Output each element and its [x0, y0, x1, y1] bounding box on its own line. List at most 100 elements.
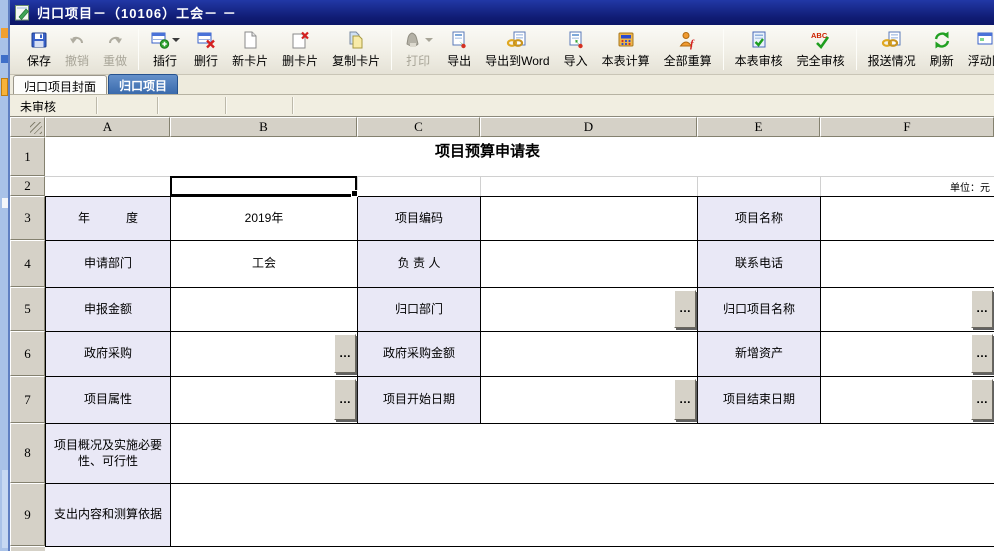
gov-procurement-picker-button[interactable]: … [334, 334, 356, 373]
sheet-tabbar: 归口项目封面 归口项目 [10, 75, 994, 95]
project-end-date-picker-button[interactable]: … [971, 379, 993, 420]
project-name-value-cell[interactable] [821, 197, 994, 241]
column-headers: A B C D E F [10, 117, 994, 137]
selection-fill-handle[interactable] [351, 190, 358, 197]
recalc-all-icon: f [678, 29, 698, 51]
expenditure-basis-value-cell[interactable] [171, 484, 994, 547]
float-area-label: 浮动区 [968, 52, 994, 69]
export-word-button[interactable]: 导出到Word [478, 25, 556, 74]
recalc-all-button[interactable]: f 全部重算 [657, 25, 719, 74]
gridline [697, 176, 698, 196]
full-audit-button[interactable]: ABC 完全审核 [790, 25, 852, 74]
background-fragment [2, 470, 8, 548]
export-button[interactable]: 导出 [440, 25, 478, 74]
copy-card-button[interactable]: 复制卡片 [325, 25, 387, 74]
row-header-4[interactable]: 4 [10, 240, 45, 287]
report-status-icon [881, 29, 903, 51]
export-word-label: 导出到Word [485, 52, 549, 69]
form-row-4: 申请部门 工会 负 责 人 联系电话 [46, 241, 994, 288]
project-overview-value-cell[interactable] [171, 424, 994, 484]
save-button[interactable]: 保存 [20, 25, 58, 74]
gov-procurement-value-cell[interactable]: … [171, 332, 358, 377]
calc-sheet-button[interactable]: 本表计算 [595, 25, 657, 74]
new-assets-value-cell[interactable]: … [821, 332, 994, 377]
declared-amount-value-cell[interactable] [171, 288, 358, 332]
refresh-button[interactable]: 刷新 [923, 25, 961, 74]
project-start-date-picker-button[interactable]: … [674, 379, 696, 420]
undo-button[interactable]: 撤销 [58, 25, 96, 74]
row-header-3[interactable]: 3 [10, 196, 45, 240]
row-header-9[interactable]: 9 [10, 483, 45, 546]
window-title: 归口项目－（10106）工会－ － [37, 3, 237, 22]
tab-cover-sheet[interactable]: 归口项目封面 [13, 75, 107, 94]
column-header-a[interactable]: A [45, 117, 170, 137]
column-header-f[interactable]: F [820, 117, 994, 137]
calc-sheet-icon [616, 29, 636, 51]
import-button[interactable]: 导入 [557, 25, 595, 74]
centralized-project-name-picker-button[interactable]: … [971, 290, 993, 328]
audit-statusbar: 未审核 [10, 95, 994, 117]
delete-row-label: 删行 [194, 52, 218, 69]
delete-row-button[interactable]: 删行 [187, 25, 225, 74]
float-area-button[interactable]: 浮动区 [961, 25, 994, 74]
contact-phone-value-cell[interactable] [821, 241, 994, 288]
new-card-icon [240, 29, 260, 51]
audit-sheet-label: 本表审核 [735, 52, 783, 69]
project-end-date-value-cell[interactable]: … [821, 377, 994, 424]
project-start-date-value-cell[interactable]: … [481, 377, 698, 424]
new-card-button[interactable]: 新卡片 [225, 25, 275, 74]
selected-cell-b2[interactable] [170, 176, 357, 196]
column-header-b[interactable]: B [170, 117, 357, 137]
project-attribute-value-cell[interactable]: … [171, 377, 358, 424]
project-overview-label: 项目概况及实施必要性、可行性 [46, 424, 171, 484]
gridline [820, 176, 821, 196]
centralized-dept-value-cell[interactable]: … [481, 288, 698, 332]
select-all-corner[interactable] [10, 117, 45, 137]
column-header-c[interactable]: C [357, 117, 480, 137]
row-header-5[interactable]: 5 [10, 287, 45, 331]
new-card-label: 新卡片 [232, 52, 268, 69]
tab-project-sheet[interactable]: 归口项目 [108, 74, 178, 94]
print-dropdown-arrow[interactable] [425, 38, 433, 42]
audit-sheet-icon [749, 29, 769, 51]
column-header-e[interactable]: E [697, 117, 820, 137]
redo-button[interactable]: 重做 [96, 25, 134, 74]
redo-label: 重做 [103, 52, 127, 69]
form-row-3: 年 度 2019年 项目编码 项目名称 [46, 197, 994, 241]
project-attribute-label: 项目属性 [46, 377, 171, 424]
declared-amount-label: 申报金额 [46, 288, 171, 332]
new-assets-picker-button[interactable]: … [971, 334, 993, 373]
audit-sheet-button[interactable]: 本表审核 [728, 25, 790, 74]
centralized-project-name-value-cell[interactable]: … [821, 288, 994, 332]
print-button[interactable]: 打印 [396, 25, 440, 74]
sheet-top-rows: 项目预算申请表 单位：元 [45, 137, 994, 196]
project-attribute-picker-button[interactable]: … [334, 379, 356, 420]
row-header-partial [10, 546, 45, 551]
row-header-8[interactable]: 8 [10, 423, 45, 483]
delete-card-button[interactable]: 删卡片 [275, 25, 325, 74]
insert-row-dropdown-arrow[interactable] [172, 38, 180, 42]
form-row-8: 项目概况及实施必要性、可行性 [46, 424, 994, 484]
delete-row-icon [196, 29, 216, 51]
full-audit-icon: ABC [809, 29, 833, 51]
responsible-person-value-cell[interactable] [481, 241, 698, 288]
row-header-2[interactable]: 2 [10, 176, 45, 196]
row-header-7[interactable]: 7 [10, 376, 45, 423]
year-label: 年 度 [46, 197, 171, 241]
project-code-value-cell[interactable] [481, 197, 698, 241]
form-row-5: 申报金额 归口部门 … 归口项目名称 … [46, 288, 994, 332]
insert-row-button[interactable]: 插行 [143, 25, 187, 74]
apply-dept-value-cell[interactable]: 工会 [171, 241, 358, 288]
year-value-cell[interactable]: 2019年 [171, 197, 358, 241]
report-status-button[interactable]: 报送情况 [861, 25, 923, 74]
row-header-1[interactable]: 1 [10, 137, 45, 176]
form-row-6: 政府采购 … 政府采购金额 新增资产 … [46, 332, 994, 377]
column-header-d[interactable]: D [480, 117, 697, 137]
row-header-6[interactable]: 6 [10, 331, 45, 376]
centralized-dept-picker-button[interactable]: … [674, 290, 696, 328]
delete-card-icon [290, 29, 310, 51]
gov-procurement-amount-value-cell[interactable] [481, 332, 698, 377]
insert-row-label: 插行 [153, 52, 177, 69]
centralized-dept-label: 归口部门 [358, 288, 481, 332]
import-label: 导入 [564, 52, 588, 69]
